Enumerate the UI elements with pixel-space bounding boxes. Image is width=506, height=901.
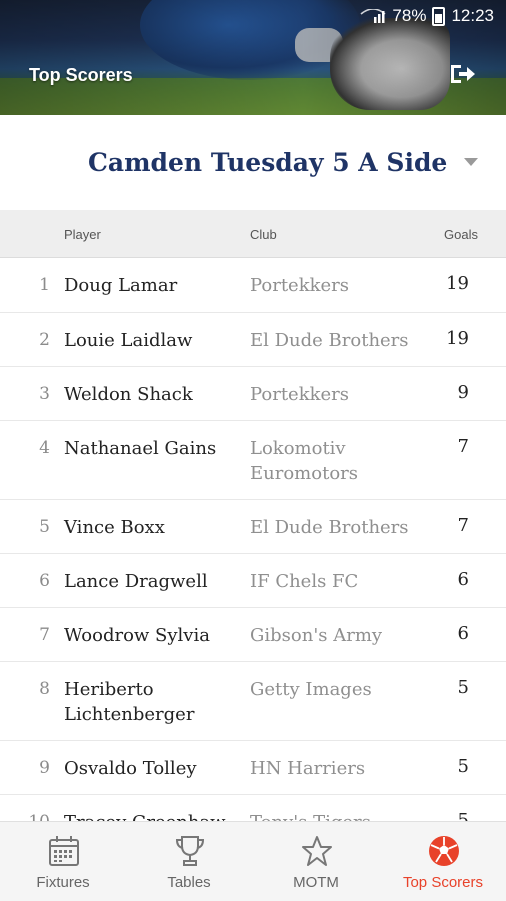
trophy-icon [175, 836, 205, 866]
nav-label-motm: MOTM [293, 874, 339, 891]
row-player: Nathanael Gains [64, 438, 217, 459]
wifi-signal-icon [360, 9, 386, 23]
row-club: El Dude Brothers [250, 330, 409, 351]
nav-label-tables: Tables [167, 874, 211, 891]
row-rank: 2 [39, 330, 50, 350]
table-row[interactable]: 9 Osvaldo Tolley HN Harriers 5 [0, 741, 506, 795]
row-goals: 5 [457, 677, 469, 698]
calendar-icon [49, 836, 79, 866]
row-rank: 4 [39, 438, 50, 458]
row-player: Osvaldo Tolley [64, 758, 197, 779]
row-player: Heriberto Lichtenberger [64, 679, 195, 725]
row-club: El Dude Brothers [250, 517, 409, 538]
nav-item-fixtures[interactable]: Fixtures [0, 822, 126, 901]
row-player: Tracey Greenhaw [64, 810, 244, 821]
row-club: HN Harriers [250, 758, 366, 779]
column-header-player: Player [64, 227, 101, 242]
row-rank: 9 [39, 758, 50, 778]
nav-label-top-scorers: Top Scorers [402, 874, 484, 891]
table-row[interactable]: 1 Doug Lamar Portekkers 19 [0, 258, 506, 313]
row-rank: 1 [39, 275, 50, 295]
page-title: Top Scorers [29, 65, 133, 85]
row-goals: 7 [457, 436, 469, 457]
row-rank: 5 [39, 517, 50, 537]
row-player: Doug Lamar [64, 275, 178, 296]
row-club: IF Chels FC [250, 571, 359, 592]
row-player: Woodrow Sylvia [64, 625, 210, 646]
table-row[interactable]: 10 Tracey Greenhaw Tony's Tigers 5 [0, 795, 506, 821]
battery-icon [432, 6, 446, 26]
row-player: Louie Laidlaw [64, 330, 193, 351]
row-club: Portekkers [250, 384, 350, 405]
row-rank: 8 [39, 679, 50, 699]
league-name[interactable]: Camden Tuesday 5 A Side [88, 148, 447, 177]
row-player: Vince Boxx [64, 517, 165, 538]
row-goals: 5 [457, 810, 469, 821]
clock: 12:23 [451, 6, 494, 25]
table-header: Player Club Goals [0, 210, 506, 258]
table-row[interactable]: 2 Louie Laidlaw El Dude Brothers 19 [0, 313, 506, 367]
nav-item-motm[interactable]: MOTM [253, 822, 379, 901]
chevron-down-icon[interactable] [464, 158, 478, 166]
star-icon [302, 836, 332, 866]
row-goals: 19 [446, 273, 469, 294]
row-club: Lokomotiv Euromotors [250, 438, 358, 484]
column-header-goals: Goals [444, 227, 478, 242]
row-goals: 19 [446, 328, 469, 349]
row-rank: 3 [39, 384, 50, 404]
battery-percent: 78% [392, 6, 427, 25]
row-rank: 10 [0, 812, 50, 821]
scorers-list: 1 Doug Lamar Portekkers 19 2 Louie Laidl… [0, 258, 506, 821]
football-icon [429, 836, 459, 866]
row-rank: 7 [39, 625, 50, 645]
row-rank: 6 [39, 571, 50, 591]
row-goals: 5 [457, 756, 469, 777]
row-goals: 7 [457, 515, 469, 536]
row-goals: 6 [457, 569, 469, 590]
status-bar: 78% 12:23 [360, 6, 494, 26]
table-row[interactable]: 5 Vince Boxx El Dude Brothers 7 [0, 500, 506, 554]
bottom-nav: Fixtures Tables MOTM Top Scorers [0, 821, 506, 901]
table-row[interactable]: 8 Heriberto Lichtenberger Getty Images 5 [0, 662, 506, 741]
logout-icon[interactable] [448, 62, 476, 86]
row-player: Weldon Shack [64, 384, 193, 405]
table-row[interactable]: 7 Woodrow Sylvia Gibson's Army 6 [0, 608, 506, 662]
column-header-club: Club [250, 227, 277, 242]
table-row[interactable]: 4 Nathanael Gains Lokomotiv Euromotors 7 [0, 421, 506, 500]
nav-item-top-scorers[interactable]: Top Scorers [380, 822, 506, 901]
row-club: Portekkers [250, 275, 350, 296]
nav-label-fixtures: Fixtures [36, 874, 90, 891]
league-selector[interactable]: Camden Tuesday 5 A Side [0, 115, 506, 211]
table-row[interactable]: 6 Lance Dragwell IF Chels FC 6 [0, 554, 506, 608]
row-club: Gibson's Army [250, 625, 383, 646]
table-row[interactable]: 3 Weldon Shack Portekkers 9 [0, 367, 506, 421]
header-banner: 78% 12:23 Top Scorers [0, 0, 506, 115]
row-player: Lance Dragwell [64, 571, 208, 592]
nav-item-tables[interactable]: Tables [126, 822, 252, 901]
row-club: Tony's Tigers [250, 810, 420, 821]
row-goals: 6 [457, 623, 469, 644]
row-goals: 9 [457, 382, 469, 403]
row-club: Getty Images [250, 679, 372, 700]
